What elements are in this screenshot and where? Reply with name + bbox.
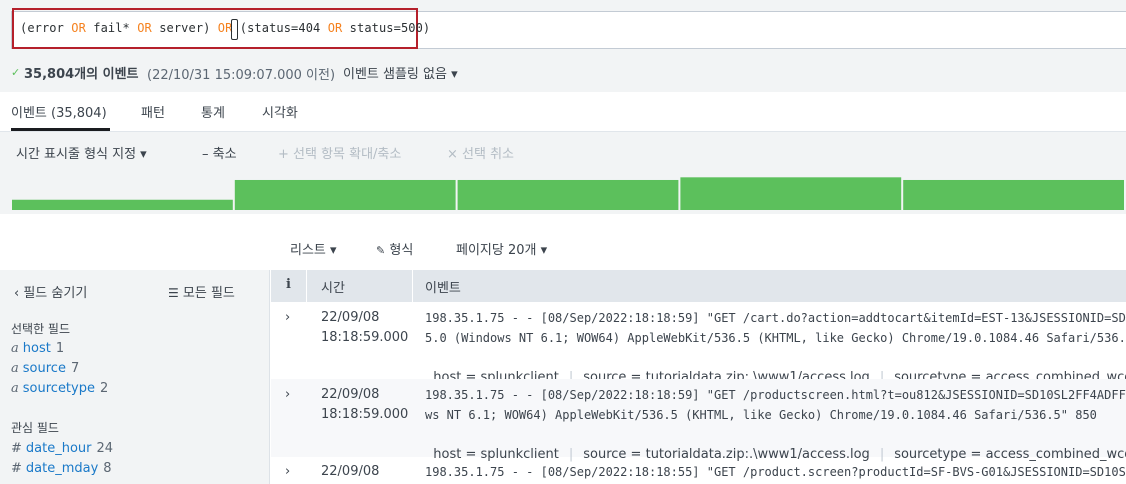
timeline-format-dropdown[interactable]: 시간 표시줄 형식 지정 ▾ (16, 143, 147, 162)
field-type-icon: # (11, 441, 22, 456)
column-divider (412, 270, 413, 302)
sampling-dropdown[interactable]: 이벤트 샘플링 없음 ▾ (343, 63, 458, 82)
check-icon: ✓ (11, 66, 21, 79)
pencil-icon: ✎ (376, 244, 386, 257)
tab-events[interactable]: 이벤트 (35,804) (11, 102, 107, 121)
field-type-icon: a (11, 381, 19, 396)
selected-fields-heading: 선택한 필드 (11, 322, 71, 336)
field-name: source (22, 361, 66, 376)
event-time: 22/09/08 18:18:59.000 (321, 310, 409, 345)
results-tabs (0, 92, 1126, 132)
timeline-bar[interactable] (234, 179, 456, 210)
field-type-icon: a (11, 361, 19, 376)
field-count: 24 (96, 441, 114, 456)
field-count: 2 (99, 381, 109, 396)
field-name: host (22, 341, 51, 356)
event-raw-line: ws NT 6.1; WOW64) AppleWebKit/536.5 (KHT… (425, 408, 1097, 422)
query-keyword: OR (327, 21, 343, 35)
all-fields-button[interactable]: ☰ 모든 필드 (168, 282, 235, 301)
query-term: (status=404 (232, 21, 328, 35)
event-count-date: (22/10/31 15:09:07.000 이전) (147, 68, 336, 83)
field-item-date_hour[interactable]: # date_hour 24 (11, 441, 113, 456)
event-raw-line: 198.35.1.75 - - [08/Sep/2022:18:18:59] "… (425, 388, 1126, 402)
format-button[interactable]: ✎ 형식 (376, 239, 413, 258)
query-term: fail* (85, 21, 138, 35)
field-item-sourcetype[interactable]: a sourcetype 2 (11, 381, 108, 396)
active-tab-indicator (11, 128, 110, 131)
field-count: 7 (70, 361, 80, 376)
tab-patterns[interactable]: 패턴 (141, 102, 165, 121)
timeline-bar[interactable] (457, 179, 679, 210)
event-time: 22/09/08 18:18:59.000 (321, 387, 409, 422)
query-keyword: OR (137, 21, 152, 35)
timeline-bar[interactable] (12, 199, 233, 210)
event-raw-line: 198.35.1.75 - - [08/Sep/2022:18:18:59] "… (425, 311, 1126, 325)
field-item-date_mday[interactable]: # date_mday 8 (11, 461, 112, 476)
query-term: server) (151, 21, 218, 35)
event-column-header: 이벤트 (425, 281, 461, 296)
expand-row-icon[interactable]: › (285, 464, 290, 479)
expand-row-icon[interactable]: › (285, 310, 290, 325)
all-fields-label: 모든 필드 (182, 286, 235, 301)
search-query-text[interactable]: (error OR fail* OR server) OR (status=40… (20, 21, 430, 35)
event-time: 22/09/08 (321, 464, 380, 479)
hide-fields-label: 필드 숨기기 (23, 286, 88, 301)
timeline-bar[interactable] (680, 177, 902, 210)
timeline-chart[interactable] (0, 172, 1126, 214)
list-view-dropdown[interactable]: 리스트 ▾ (290, 239, 337, 258)
field-count: 8 (103, 461, 112, 476)
zoom-out-button[interactable]: – 축소 (202, 143, 237, 162)
field-name: sourcetype (22, 381, 95, 396)
field-type-icon: # (11, 461, 22, 476)
tab-statistics[interactable]: 통계 (201, 102, 225, 121)
event-count: 35,804개의 이벤트 (24, 67, 139, 82)
list-icon: ☰ (168, 286, 179, 300)
text-cursor (231, 19, 238, 40)
field-item-host[interactable]: a host 1 (11, 341, 64, 356)
info-column-header: i (286, 277, 291, 292)
interesting-fields-heading: 관심 필드 (11, 421, 59, 435)
field-name: date_hour (25, 441, 92, 456)
field-item-source[interactable]: a source 7 (11, 361, 79, 376)
chevron-left-icon: ‹ (14, 286, 20, 301)
deselect-button[interactable]: × 선택 취소 (447, 143, 514, 162)
zoom-to-selection-button[interactable]: + 선택 항목 확대/축소 (278, 143, 401, 162)
timeline-toolbar (0, 132, 1126, 172)
timeline-bar[interactable] (903, 179, 1124, 210)
events-table-header (271, 270, 1126, 302)
event-raw-line: 198.35.1.75 - - [08/Sep/2022:18:18:55] "… (425, 465, 1126, 479)
time-column-header[interactable]: 시간 (321, 277, 345, 296)
query-term: status=500) (342, 21, 431, 35)
query-term: (error (20, 21, 72, 35)
field-count: 1 (55, 341, 65, 356)
field-type-icon: a (11, 341, 19, 356)
hide-fields-button[interactable]: ‹ 필드 숨기기 (14, 282, 87, 301)
expand-row-icon[interactable]: › (285, 387, 290, 402)
format-label: 형식 (389, 243, 414, 258)
field-name: date_mday (25, 461, 99, 476)
column-divider (306, 270, 307, 302)
per-page-dropdown[interactable]: 페이지당 20개 ▾ (456, 239, 547, 258)
tab-visualization[interactable]: 시각화 (262, 102, 298, 121)
query-keyword: OR (71, 21, 86, 35)
event-raw-line: 5.0 (Windows NT 6.1; WOW64) AppleWebKit/… (425, 331, 1126, 345)
